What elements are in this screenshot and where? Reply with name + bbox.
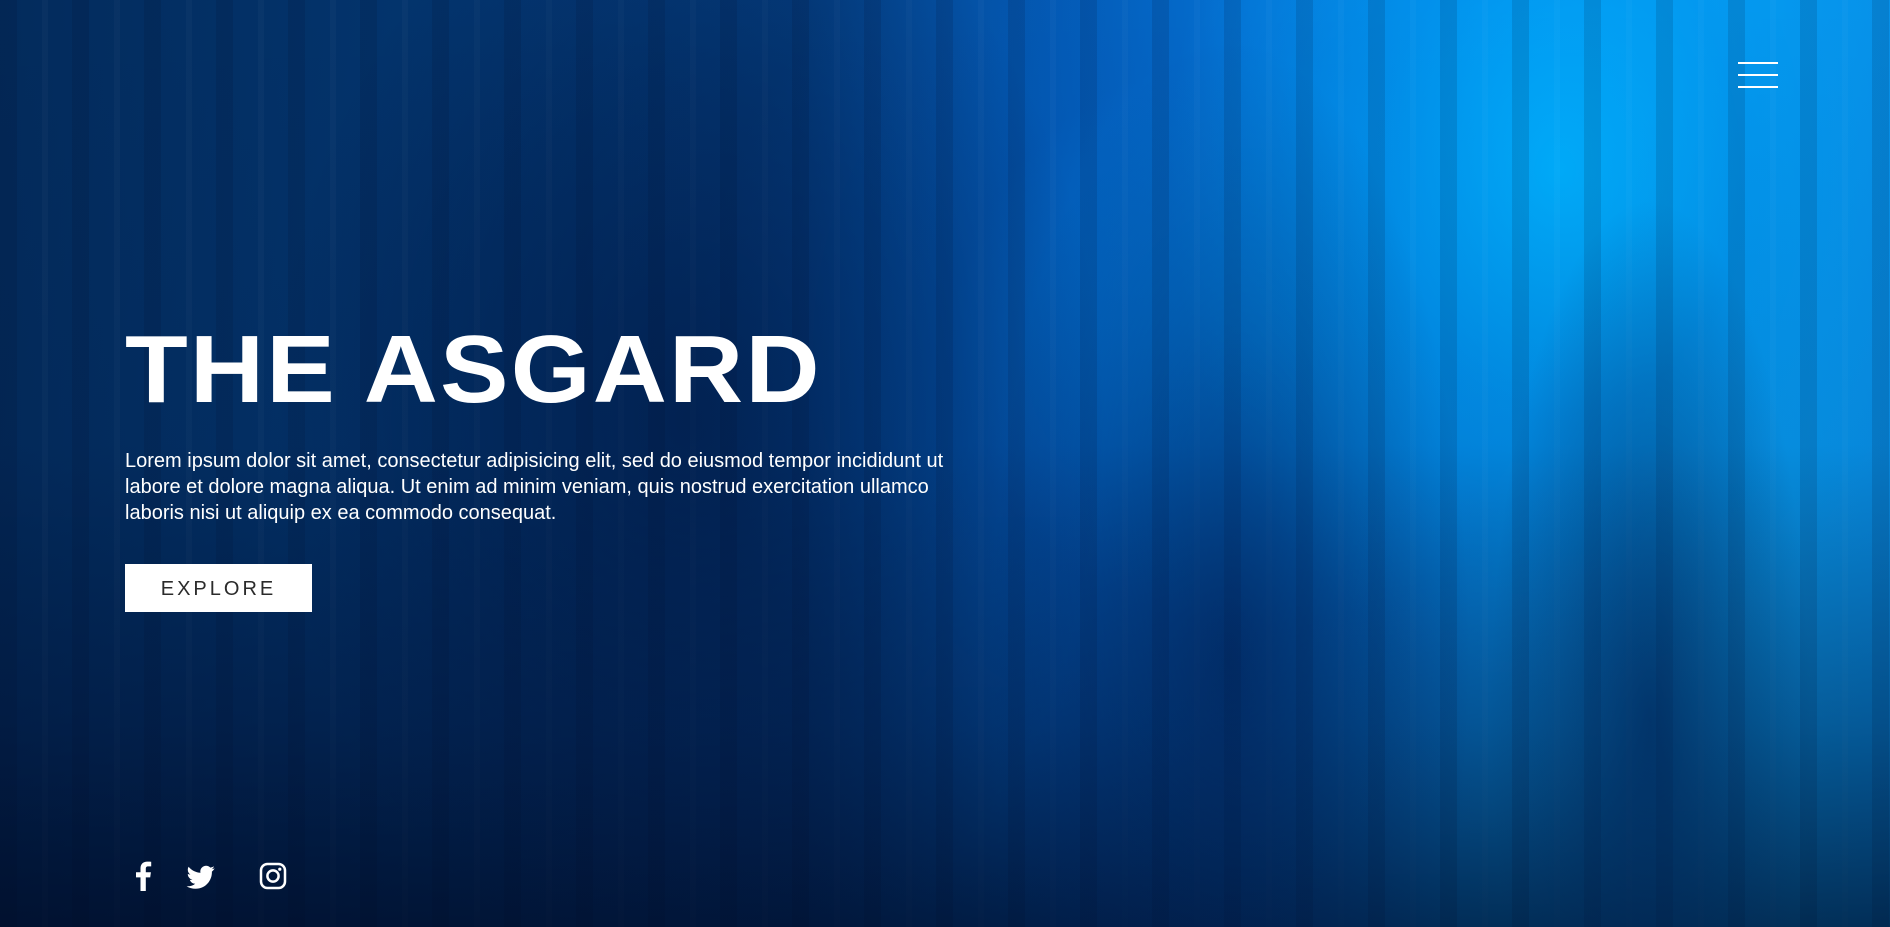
explore-button[interactable]: EXPLORE: [125, 564, 312, 612]
twitter-link[interactable]: [186, 861, 216, 891]
hero-description: Lorem ipsum dolor sit amet, consectetur …: [125, 450, 944, 524]
menu-button[interactable]: [1738, 61, 1778, 89]
hamburger-menu-icon: [1738, 62, 1778, 64]
hero-title: THE ASGARD: [125, 316, 822, 423]
instagram-link[interactable]: [258, 861, 287, 891]
twitter-icon: [186, 865, 215, 889]
facebook-icon: [136, 861, 152, 891]
hamburger-menu-icon: [1738, 74, 1778, 76]
facebook-link[interactable]: [128, 861, 152, 891]
hero-content: THE ASGARD Lorem ipsum dolor sit amet, c…: [125, 322, 985, 612]
hamburger-menu-icon: [1738, 86, 1778, 88]
social-links: [128, 861, 287, 891]
instagram-icon: [259, 862, 287, 890]
